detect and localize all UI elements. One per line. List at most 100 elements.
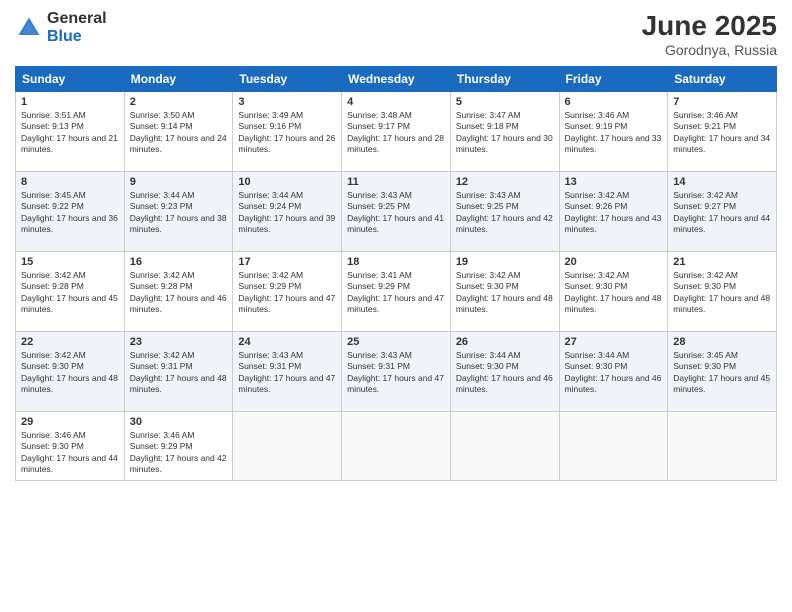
day-info: Sunrise: 3:44 AMSunset: 9:30 PMDaylight:… bbox=[565, 350, 663, 396]
table-row: 25 Sunrise: 3:43 AMSunset: 9:31 PMDayligh… bbox=[342, 332, 451, 412]
day-info: Sunrise: 3:42 AMSunset: 9:27 PMDaylight:… bbox=[673, 190, 771, 236]
day-info: Sunrise: 3:43 AMSunset: 9:25 PMDaylight:… bbox=[456, 190, 554, 236]
table-row: 28Sunrise: 3:45 AMSunset: 9:30 PMDayligh… bbox=[668, 332, 777, 412]
day-number: 20 bbox=[565, 256, 663, 268]
day-info: Sunrise: 3:42 AMSunset: 9:30 PMDaylight:… bbox=[673, 270, 771, 316]
header-saturday: Saturday bbox=[668, 67, 777, 92]
day-info: Sunrise: 3:44 AMSunset: 9:23 PMDaylight:… bbox=[130, 190, 228, 236]
day-number: 22 bbox=[21, 336, 119, 348]
table-row: 3 Sunrise: 3:49 AMSunset: 9:16 PMDaylight… bbox=[233, 92, 342, 172]
day-number: 13 bbox=[565, 176, 663, 188]
table-row: 18 Sunrise: 3:41 AMSunset: 9:29 PMDayligh… bbox=[342, 252, 451, 332]
logo: General Blue bbox=[15, 10, 107, 45]
day-info: Sunrise: 3:49 AMSunset: 9:16 PMDaylight:… bbox=[238, 110, 336, 156]
day-number: 9 bbox=[130, 176, 228, 188]
day-number: 8 bbox=[21, 176, 119, 188]
day-number: 30 bbox=[130, 416, 228, 428]
table-row: 4 Sunrise: 3:48 AMSunset: 9:17 PMDaylight… bbox=[342, 92, 451, 172]
location: Gorodnya, Russia bbox=[642, 42, 777, 58]
table-row bbox=[450, 412, 559, 481]
day-info: Sunrise: 3:42 AMSunset: 9:26 PMDaylight:… bbox=[565, 190, 663, 236]
table-row: 16 Sunrise: 3:42 AMSunset: 9:28 PMDayligh… bbox=[124, 252, 233, 332]
day-number: 6 bbox=[565, 96, 663, 108]
day-number: 15 bbox=[21, 256, 119, 268]
table-row: 20 Sunrise: 3:42 AMSunset: 9:30 PMDayligh… bbox=[559, 252, 668, 332]
day-info: Sunrise: 3:46 AMSunset: 9:19 PMDaylight:… bbox=[565, 110, 663, 156]
day-number: 18 bbox=[347, 256, 445, 268]
day-number: 16 bbox=[130, 256, 228, 268]
day-number: 23 bbox=[130, 336, 228, 348]
day-info: Sunrise: 3:42 AMSunset: 9:30 PMDaylight:… bbox=[565, 270, 663, 316]
day-number: 29 bbox=[21, 416, 119, 428]
day-info: Sunrise: 3:47 AMSunset: 9:18 PMDaylight:… bbox=[456, 110, 554, 156]
logo-general: General bbox=[47, 10, 107, 28]
table-row: 22Sunrise: 3:42 AMSunset: 9:30 PMDayligh… bbox=[16, 332, 125, 412]
day-info: Sunrise: 3:43 AMSunset: 9:31 PMDaylight:… bbox=[347, 350, 445, 396]
day-number: 10 bbox=[238, 176, 336, 188]
day-info: Sunrise: 3:50 AMSunset: 9:14 PMDaylight:… bbox=[130, 110, 228, 156]
header: General Blue June 2025 Gorodnya, Russia bbox=[15, 10, 777, 58]
day-number: 12 bbox=[456, 176, 554, 188]
day-number: 1 bbox=[21, 96, 119, 108]
table-row: 7Sunrise: 3:46 AMSunset: 9:21 PMDaylight… bbox=[668, 92, 777, 172]
day-number: 25 bbox=[347, 336, 445, 348]
day-number: 14 bbox=[673, 176, 771, 188]
page: General Blue June 2025 Gorodnya, Russia … bbox=[0, 0, 792, 612]
header-thursday: Thursday bbox=[450, 67, 559, 92]
day-number: 3 bbox=[238, 96, 336, 108]
table-row: 15 Sunrise: 3:42 AMSunset: 9:28 PMDayligh… bbox=[16, 252, 125, 332]
day-info: Sunrise: 3:46 AMSunset: 9:29 PMDaylight:… bbox=[130, 430, 228, 476]
header-wednesday: Wednesday bbox=[342, 67, 451, 92]
table-row: 11 Sunrise: 3:43 AMSunset: 9:25 PMDayligh… bbox=[342, 172, 451, 252]
header-sunday: Sunday bbox=[16, 67, 125, 92]
day-number: 27 bbox=[565, 336, 663, 348]
day-info: Sunrise: 3:44 AMSunset: 9:24 PMDaylight:… bbox=[238, 190, 336, 236]
table-row: 12 Sunrise: 3:43 AMSunset: 9:25 PMDayligh… bbox=[450, 172, 559, 252]
day-info: Sunrise: 3:48 AMSunset: 9:17 PMDaylight:… bbox=[347, 110, 445, 156]
table-row: 17Sunrise: 3:42 AMSunset: 9:29 PMDayligh… bbox=[233, 252, 342, 332]
table-row: 19 Sunrise: 3:42 AMSunset: 9:30 PMDayligh… bbox=[450, 252, 559, 332]
day-info: Sunrise: 3:46 AMSunset: 9:30 PMDaylight:… bbox=[21, 430, 119, 476]
table-row: 24 Sunrise: 3:43 AMSunset: 9:31 PMDayligh… bbox=[233, 332, 342, 412]
table-row bbox=[668, 412, 777, 481]
day-info: Sunrise: 3:43 AMSunset: 9:31 PMDaylight:… bbox=[238, 350, 336, 396]
day-number: 26 bbox=[456, 336, 554, 348]
day-info: Sunrise: 3:45 AMSunset: 9:30 PMDaylight:… bbox=[673, 350, 771, 396]
day-info: Sunrise: 3:42 AMSunset: 9:28 PMDaylight:… bbox=[130, 270, 228, 316]
logo-icon bbox=[15, 14, 43, 42]
day-info: Sunrise: 3:43 AMSunset: 9:25 PMDaylight:… bbox=[347, 190, 445, 236]
table-row: 30 Sunrise: 3:46 AMSunset: 9:29 PMDayligh… bbox=[124, 412, 233, 481]
logo-text: General Blue bbox=[47, 10, 107, 45]
day-info: Sunrise: 3:44 AMSunset: 9:30 PMDaylight:… bbox=[456, 350, 554, 396]
table-row: 26 Sunrise: 3:44 AMSunset: 9:30 PMDayligh… bbox=[450, 332, 559, 412]
table-row: 21 Sunrise: 3:42 AMSunset: 9:30 PMDayligh… bbox=[668, 252, 777, 332]
day-info: Sunrise: 3:42 AMSunset: 9:30 PMDaylight:… bbox=[456, 270, 554, 316]
day-info: Sunrise: 3:42 AMSunset: 9:29 PMDaylight:… bbox=[238, 270, 336, 316]
header-tuesday: Tuesday bbox=[233, 67, 342, 92]
weekday-header-row: Sunday Monday Tuesday Wednesday Thursday… bbox=[16, 67, 777, 92]
day-number: 11 bbox=[347, 176, 445, 188]
table-row: 5 Sunrise: 3:47 AMSunset: 9:18 PMDaylight… bbox=[450, 92, 559, 172]
day-number: 21 bbox=[673, 256, 771, 268]
day-info: Sunrise: 3:41 AMSunset: 9:29 PMDaylight:… bbox=[347, 270, 445, 316]
header-monday: Monday bbox=[124, 67, 233, 92]
table-row bbox=[342, 412, 451, 481]
day-number: 24 bbox=[238, 336, 336, 348]
table-row: 14 Sunrise: 3:42 AMSunset: 9:27 PMDayligh… bbox=[668, 172, 777, 252]
day-info: Sunrise: 3:51 AMSunset: 9:13 PMDaylight:… bbox=[21, 110, 119, 156]
day-number: 4 bbox=[347, 96, 445, 108]
day-number: 19 bbox=[456, 256, 554, 268]
day-info: Sunrise: 3:42 AMSunset: 9:28 PMDaylight:… bbox=[21, 270, 119, 316]
day-number: 5 bbox=[456, 96, 554, 108]
day-info: Sunrise: 3:42 AMSunset: 9:31 PMDaylight:… bbox=[130, 350, 228, 396]
table-row: 8 Sunrise: 3:45 AMSunset: 9:22 PMDaylight… bbox=[16, 172, 125, 252]
day-info: Sunrise: 3:45 AMSunset: 9:22 PMDaylight:… bbox=[21, 190, 119, 236]
table-row: 10 Sunrise: 3:44 AMSunset: 9:24 PMDayligh… bbox=[233, 172, 342, 252]
logo-blue: Blue bbox=[47, 28, 107, 46]
table-row bbox=[233, 412, 342, 481]
title-area: June 2025 Gorodnya, Russia bbox=[642, 10, 777, 58]
calendar-table: Sunday Monday Tuesday Wednesday Thursday… bbox=[15, 66, 777, 481]
table-row bbox=[559, 412, 668, 481]
day-info: Sunrise: 3:46 AMSunset: 9:21 PMDaylight:… bbox=[673, 110, 771, 156]
table-row: 13 Sunrise: 3:42 AMSunset: 9:26 PMDayligh… bbox=[559, 172, 668, 252]
